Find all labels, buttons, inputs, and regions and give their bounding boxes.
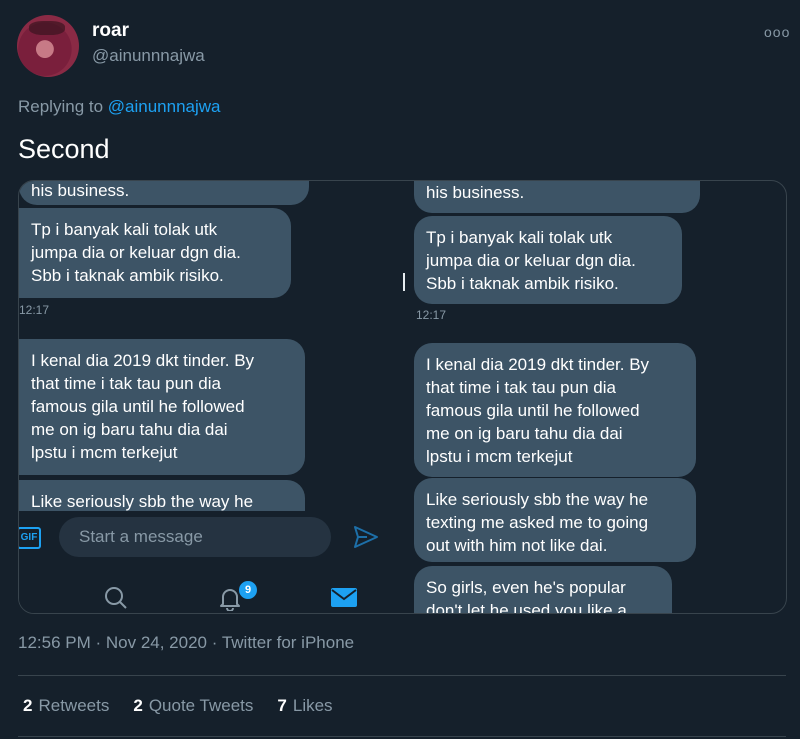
meta-separator: · (207, 633, 222, 652)
retweets-count: 2 (23, 696, 33, 715)
retweets-stat[interactable]: 2 Retweets (23, 696, 109, 716)
send-icon[interactable] (353, 525, 379, 549)
replying-to: Replying to @ainunnnajwa (18, 97, 221, 117)
message-timestamp: 12:17 (19, 303, 50, 317)
message-timestamp: 12:17 (416, 308, 447, 322)
likes-count: 7 (277, 696, 287, 715)
gif-icon[interactable]: GIF (19, 527, 41, 549)
media-image-left[interactable]: his business. Tp i banyak kali tolak utk… (19, 181, 402, 613)
author-name[interactable]: roar (92, 20, 129, 42)
message-bubble: his business. (19, 181, 309, 205)
meta-separator: · (90, 633, 106, 652)
tweet-text: Second (18, 134, 110, 164)
message-input[interactable]: Start a message (59, 517, 331, 557)
message-bubble: his business. (414, 181, 700, 213)
media-image-right[interactable]: his business. Tp i banyak kali tolak utk… (406, 181, 786, 613)
message-bubble: I kenal dia 2019 dkt tinder. By that tim… (414, 343, 696, 477)
tweet-stats: 2 Retweets 2 Quote Tweets 7 Likes (23, 696, 333, 716)
tweet-meta: 12:56 PM · Nov 24, 2020 · Twitter for iP… (18, 633, 354, 653)
message-bubble: So girls, even he's popular don't let he… (414, 566, 672, 613)
message-bubble: Like seriously sbb the way he texting me… (414, 478, 696, 562)
search-icon[interactable] (103, 585, 129, 611)
quote-tweets-stat[interactable]: 2 Quote Tweets (133, 696, 253, 716)
dm-composer: GIF Start a message 9 (19, 511, 402, 613)
avatar[interactable] (17, 15, 79, 77)
mail-icon[interactable] (330, 585, 358, 609)
tweet-source[interactable]: Twitter for iPhone (222, 633, 354, 652)
message-bubble: I kenal dia 2019 dkt tinder. By that tim… (19, 339, 305, 475)
likes-label: Likes (292, 696, 333, 715)
message-bubble: Tp i banyak kali tolak utk jumpa dia or … (19, 208, 291, 298)
author-handle[interactable]: @ainunnnajwa (92, 46, 205, 66)
tweet-date[interactable]: Nov 24, 2020 (106, 633, 207, 652)
retweets-label: Retweets (38, 696, 110, 715)
replying-to-prefix: Replying to (18, 97, 108, 116)
tweet-media[interactable]: his business. Tp i banyak kali tolak utk… (18, 180, 787, 614)
more-options-icon[interactable]: ooo (764, 24, 790, 40)
divider (18, 736, 786, 737)
divider (18, 675, 786, 676)
message-bubble: Tp i banyak kali tolak utk jumpa dia or … (414, 216, 682, 304)
quote-tweets-label: Quote Tweets (148, 696, 254, 715)
quote-tweets-count: 2 (133, 696, 143, 715)
notification-badge: 9 (237, 579, 259, 601)
likes-stat[interactable]: 7 Likes (277, 696, 332, 716)
tweet-time[interactable]: 12:56 PM (18, 633, 91, 652)
replying-to-link[interactable]: @ainunnnajwa (108, 97, 221, 116)
